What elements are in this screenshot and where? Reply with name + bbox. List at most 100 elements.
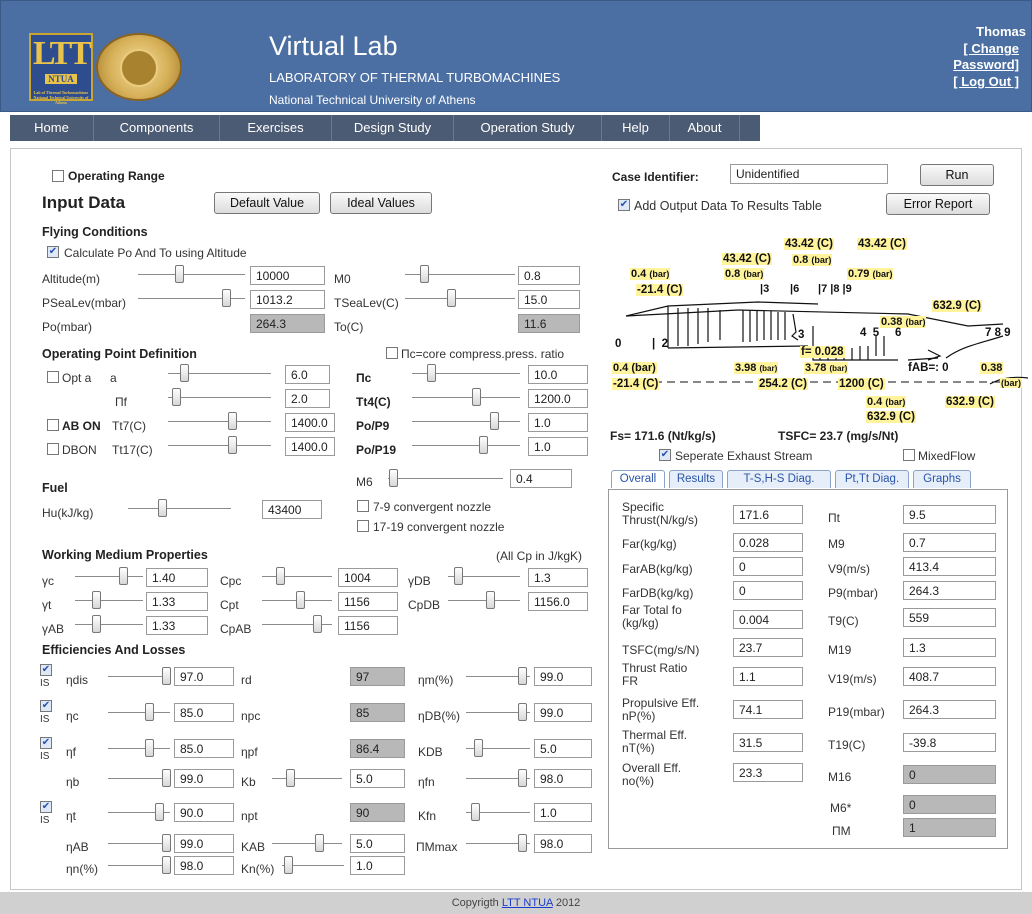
psea-input[interactable]: 1013.2	[250, 290, 325, 309]
cpdb-slider-track[interactable]	[448, 600, 520, 601]
tt17-slider[interactable]	[228, 436, 237, 454]
tsea-slider-track[interactable]	[405, 298, 515, 299]
nab-input[interactable]: 99.0	[174, 834, 234, 853]
nav-help[interactable]: Help	[602, 115, 670, 141]
pop9-slider[interactable]	[490, 412, 499, 430]
cpc-input[interactable]: 1004	[338, 568, 398, 587]
nav-components[interactable]: Components	[94, 115, 220, 141]
tab-overall[interactable]: Overall	[611, 470, 665, 488]
nn-slider[interactable]	[162, 856, 171, 874]
pif-input[interactable]: 2.0	[285, 389, 330, 408]
cpc-slider[interactable]	[276, 567, 285, 585]
hu-slider-track[interactable]	[128, 508, 231, 509]
nn-slider-track[interactable]	[108, 865, 170, 866]
nab-slider-track[interactable]	[108, 843, 170, 844]
nav-design-study[interactable]: Design Study	[332, 115, 454, 141]
nm-slider[interactable]	[518, 667, 527, 685]
nf-is-checkbox[interactable]: ✔	[40, 737, 52, 749]
gab-input[interactable]: 1.33	[146, 616, 208, 635]
cpdb-input[interactable]: 1156.0	[528, 592, 588, 611]
ndis-slider-track[interactable]	[108, 676, 170, 677]
m6-slider-track[interactable]	[388, 478, 503, 479]
pimmax-slider[interactable]	[518, 834, 527, 852]
ndis-input[interactable]: 97.0	[174, 667, 234, 686]
nf-input[interactable]: 85.0	[174, 739, 234, 758]
kfn-input[interactable]: 1.0	[534, 803, 592, 822]
pop9-input[interactable]: 1.0	[528, 413, 588, 432]
cpc-slider-track[interactable]	[262, 576, 332, 577]
kb-input[interactable]: 5.0	[350, 769, 405, 788]
tt7-slider-track[interactable]	[168, 421, 271, 422]
change-password-link[interactable]: [ Change	[963, 41, 1019, 56]
a-input[interactable]: 6.0	[285, 365, 330, 384]
pic-input[interactable]: 10.0	[528, 365, 588, 384]
gab-slider-track[interactable]	[75, 624, 143, 625]
nc-slider-track[interactable]	[108, 712, 170, 713]
conv79-checkbox[interactable]	[357, 500, 369, 512]
gc-input[interactable]: 1.40	[146, 568, 208, 587]
tt7-input[interactable]: 1400.0	[285, 413, 335, 432]
cpdb-slider[interactable]	[486, 591, 495, 609]
tt4-input[interactable]: 1200.0	[528, 389, 588, 408]
pif-slider-track[interactable]	[168, 397, 271, 398]
altitude-slider-track[interactable]	[138, 274, 245, 275]
ndis-is-checkbox[interactable]: ✔	[40, 664, 52, 676]
tsea-input[interactable]: 15.0	[518, 290, 580, 309]
nf-slider[interactable]	[145, 739, 154, 757]
cpab-input[interactable]: 1156	[338, 616, 398, 635]
nc-input[interactable]: 85.0	[174, 703, 234, 722]
kab-slider[interactable]	[315, 834, 324, 852]
case-identifier-input[interactable]: Unidentified	[730, 164, 888, 184]
dbon-checkbox[interactable]	[47, 443, 59, 455]
nav-exercises[interactable]: Exercises	[220, 115, 332, 141]
tsea-slider[interactable]	[447, 289, 456, 307]
pic-core-checkbox[interactable]	[386, 347, 398, 359]
cpt-slider[interactable]	[296, 591, 305, 609]
gt-slider[interactable]	[92, 591, 101, 609]
run-button[interactable]: Run	[920, 164, 994, 186]
tab-graphs[interactable]: Graphs	[913, 470, 971, 488]
a-slider[interactable]	[180, 364, 189, 382]
nt-input[interactable]: 90.0	[174, 803, 234, 822]
footer-ltt-link[interactable]: LTT NTUA	[502, 897, 553, 909]
nn-input[interactable]: 98.0	[174, 856, 234, 875]
kdb-slider[interactable]	[474, 739, 483, 757]
nf-slider-track[interactable]	[108, 748, 170, 749]
calc-altitude-checkbox[interactable]: ✔	[47, 246, 59, 258]
hu-slider[interactable]	[158, 499, 167, 517]
nav-home[interactable]: Home	[10, 115, 94, 141]
kdb-input[interactable]: 5.0	[534, 739, 592, 758]
nc-slider[interactable]	[145, 703, 154, 721]
gc-slider[interactable]	[119, 567, 128, 585]
altitude-slider[interactable]	[175, 265, 184, 283]
tt17-slider-track[interactable]	[168, 445, 271, 446]
nfn-input[interactable]: 98.0	[534, 769, 592, 788]
ab-on-checkbox[interactable]	[47, 419, 59, 431]
tt17-input[interactable]: 1400.0	[285, 437, 335, 456]
nb-input[interactable]: 99.0	[174, 769, 234, 788]
m0-input[interactable]: 0.8	[518, 266, 580, 285]
pop9-slider-track[interactable]	[412, 421, 520, 422]
kn-input[interactable]: 1.0	[350, 856, 405, 875]
ndis-slider[interactable]	[162, 667, 171, 685]
gt-slider-track[interactable]	[75, 600, 143, 601]
tab-ts-hs-diag[interactable]: T-S,H-S Diag.	[727, 470, 831, 488]
pic-slider[interactable]	[427, 364, 436, 382]
pop19-slider-track[interactable]	[412, 445, 520, 446]
pif-slider[interactable]	[172, 388, 181, 406]
nt-slider[interactable]	[155, 803, 164, 821]
nb-slider[interactable]	[162, 769, 171, 787]
ndb-input[interactable]: 99.0	[534, 703, 592, 722]
gdb-input[interactable]: 1.3	[528, 568, 588, 587]
nfn-slider[interactable]	[518, 769, 527, 787]
change-password-link-2[interactable]: Password]	[953, 57, 1019, 72]
nav-operation-study[interactable]: Operation Study	[454, 115, 602, 141]
tt4-slider[interactable]	[472, 388, 481, 406]
add-output-checkbox[interactable]: ✔	[618, 199, 630, 211]
ndb-slider[interactable]	[518, 703, 527, 721]
cpt-input[interactable]: 1156	[338, 592, 398, 611]
separate-exhaust-checkbox[interactable]: ✔	[659, 449, 671, 461]
nb-slider-track[interactable]	[108, 778, 170, 779]
psea-slider[interactable]	[222, 289, 231, 307]
tab-pt-tt-diag[interactable]: Pt,Tt Diag.	[835, 470, 909, 488]
